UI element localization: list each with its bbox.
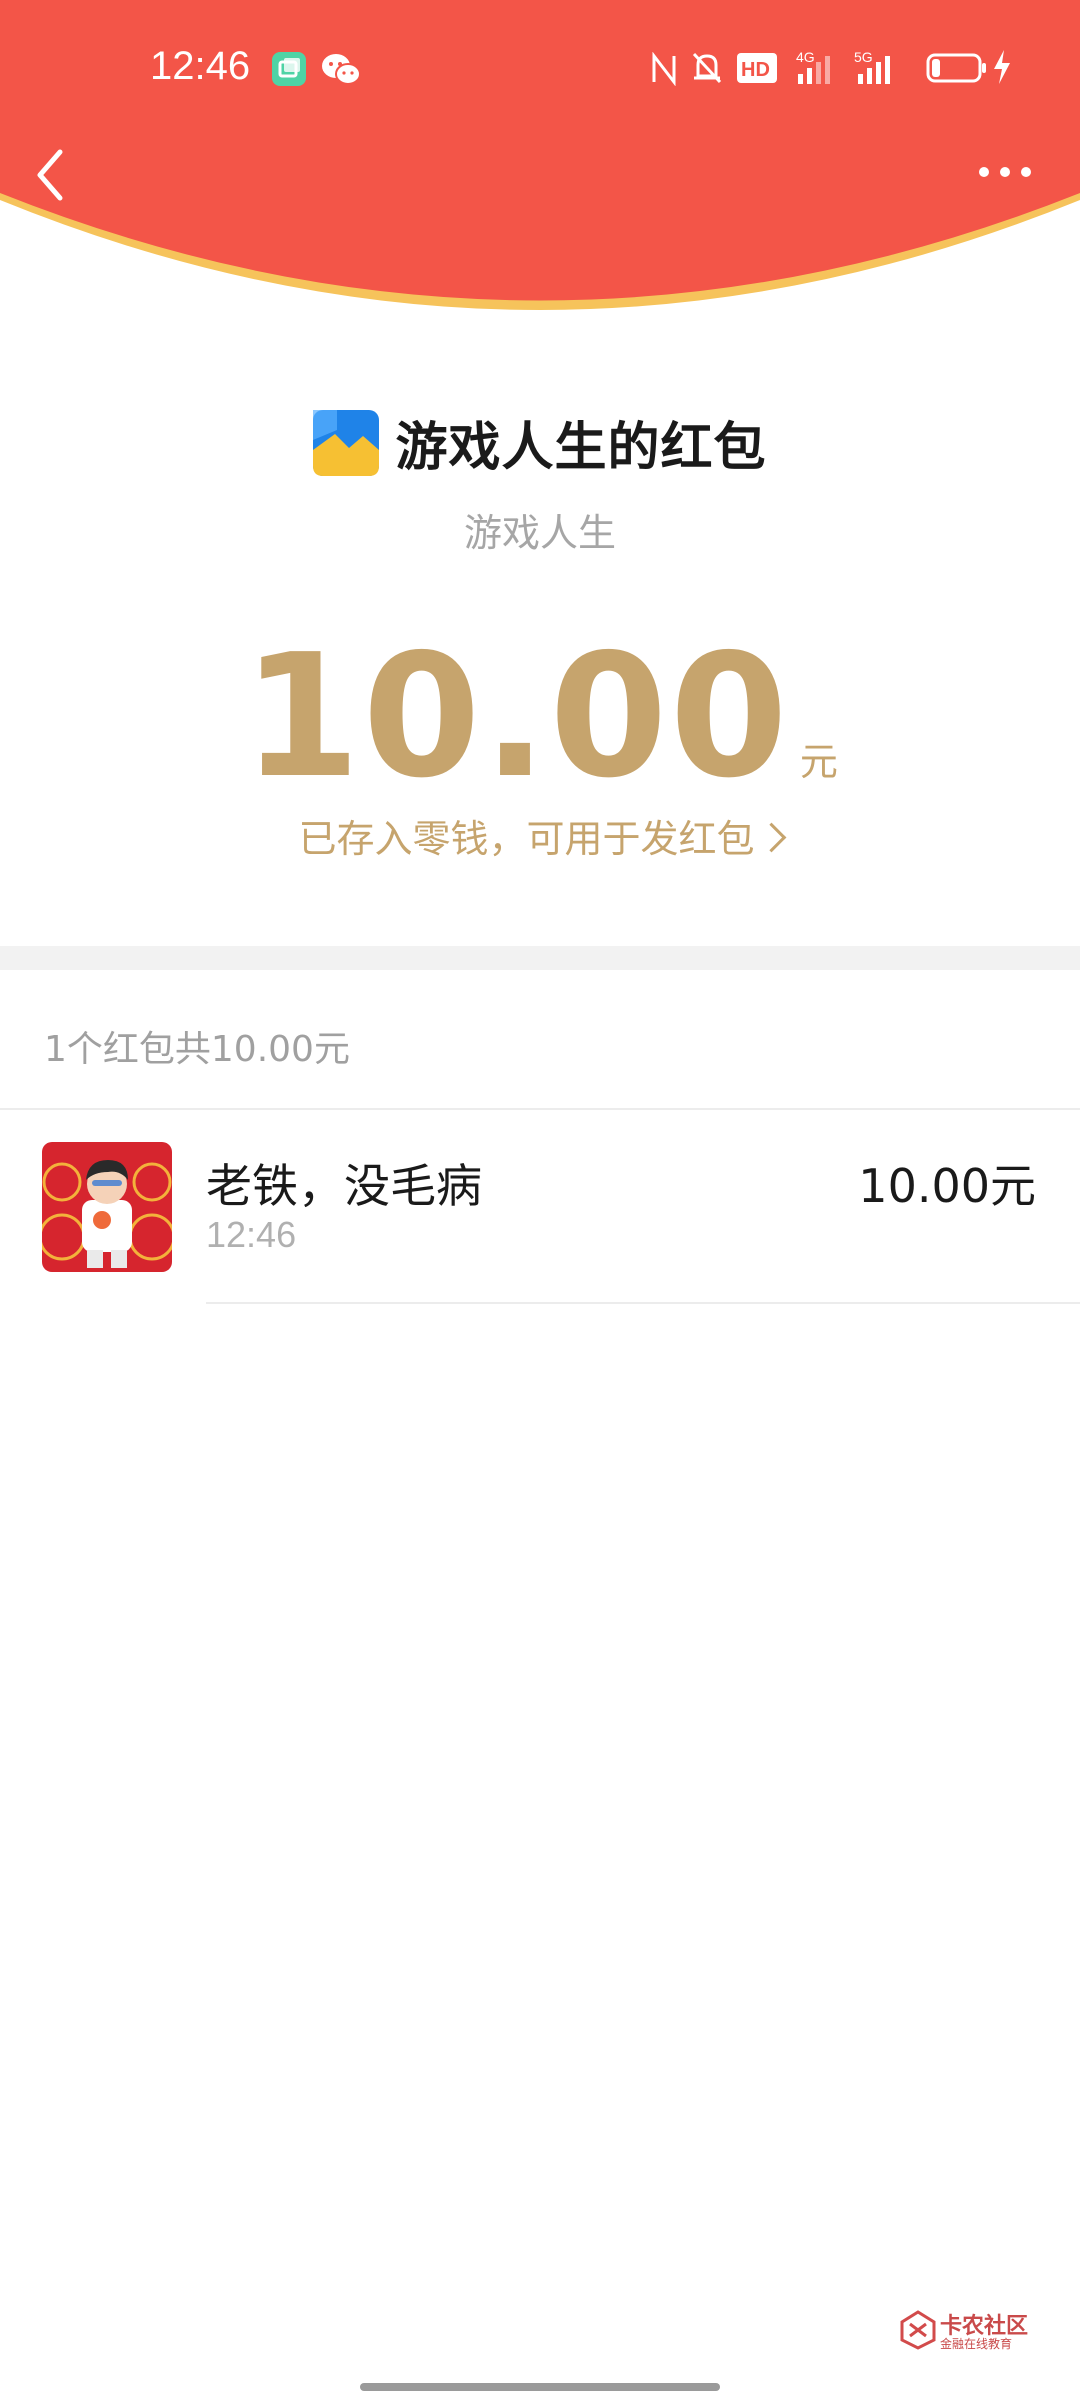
red-packet-detail-page: 12:46 HD 4G 5G 游戏人生的红包 游戏人生 10.00 元 已存入零… bbox=[0, 0, 1080, 2400]
nfc-icon bbox=[652, 52, 676, 86]
stored-to-wallet-link[interactable]: 已存入零钱，可用于发红包 bbox=[0, 808, 1080, 863]
svg-text:5G: 5G bbox=[854, 49, 873, 65]
received-amount: 10.00 bbox=[242, 618, 790, 816]
stored-to-wallet-label: 已存入零钱，可用于发红包 bbox=[298, 817, 755, 861]
list-item[interactable]: 老铁，没毛病 12:46 10.00元 bbox=[0, 1110, 1080, 1306]
signal-5g-icon: 5G bbox=[854, 49, 890, 84]
envelope-title-row: 游戏人生的红包 bbox=[0, 405, 1080, 485]
avatar[interactable] bbox=[42, 1142, 172, 1272]
svg-text:4G: 4G bbox=[796, 49, 815, 65]
status-time: 12:46 bbox=[150, 44, 251, 88]
avatar-image bbox=[42, 1142, 172, 1272]
status-bar: 12:46 HD 4G 5G bbox=[0, 0, 1080, 130]
watermark-subtitle: 金融在线教育 bbox=[940, 2337, 1013, 2351]
svg-text:HD: HD bbox=[741, 59, 770, 81]
watermark: 卡农社区 金融在线教育 bbox=[900, 2308, 1028, 2352]
watermark-logo-icon bbox=[900, 2310, 936, 2350]
charging-icon bbox=[994, 50, 1010, 84]
section-divider bbox=[0, 946, 1080, 970]
sender-name: 游戏人生 bbox=[463, 511, 616, 555]
amount-unit: 元 bbox=[799, 740, 838, 784]
record-time: 12:46 bbox=[206, 1214, 297, 1255]
app-notification-icon bbox=[272, 52, 306, 86]
amount-row: 10.00 元 bbox=[0, 618, 1080, 816]
home-indicator[interactable] bbox=[360, 2383, 720, 2391]
more-dots-icon[interactable] bbox=[970, 150, 1040, 194]
game-app-logo-icon bbox=[313, 409, 380, 476]
packet-summary: 1个红包共10.00元 bbox=[44, 1029, 350, 1070]
silent-bell-icon bbox=[692, 52, 722, 84]
divider bbox=[206, 1302, 1080, 1304]
chevron-right-icon bbox=[756, 822, 786, 853]
envelope-title: 游戏人生的红包 bbox=[395, 418, 767, 478]
record-amount: 10.00元 bbox=[858, 1159, 1036, 1213]
back-chevron-icon[interactable] bbox=[26, 140, 96, 210]
record-sender-name: 老铁，没毛病 bbox=[206, 1159, 482, 1213]
signal-4g-icon: 4G bbox=[796, 49, 830, 84]
wechat-icon bbox=[322, 54, 361, 85]
battery-icon bbox=[926, 53, 986, 83]
hd-icon: HD bbox=[737, 53, 777, 83]
